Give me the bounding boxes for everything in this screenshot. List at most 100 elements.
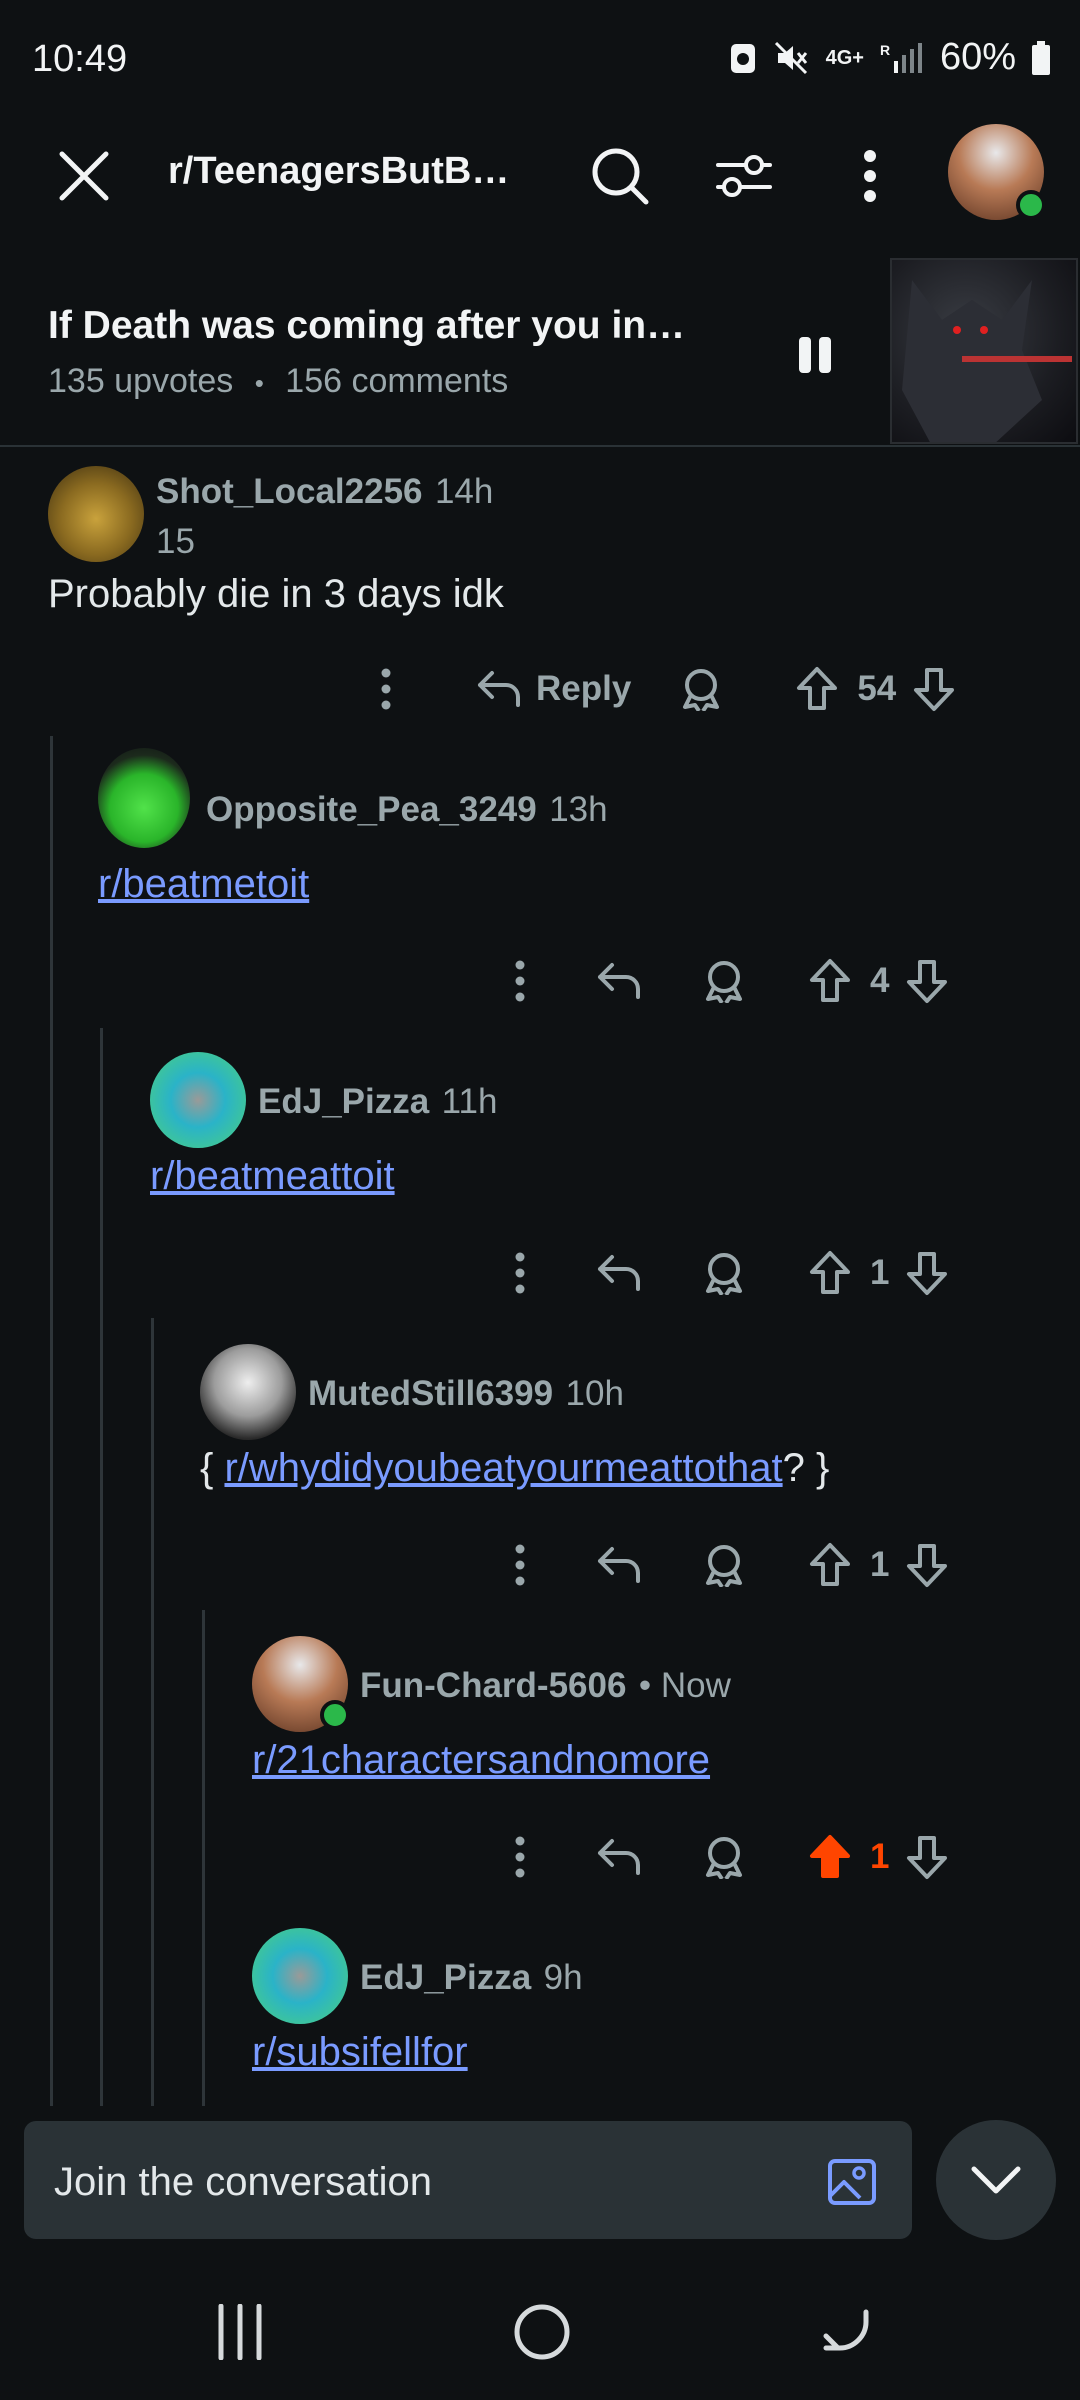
subreddit-link[interactable]: r/subsifellfor — [252, 2030, 468, 2075]
battery-icon — [1032, 40, 1050, 75]
downvote-button[interactable] — [905, 1250, 949, 1296]
sort-button[interactable] — [704, 136, 784, 216]
username[interactable]: MutedStill6399 — [308, 1374, 553, 1413]
post-thumbnail[interactable] — [890, 258, 1078, 444]
vote-count: 1 — [870, 1837, 890, 1876]
upvote-arrow-filled-icon — [810, 1835, 850, 1878]
upvote-arrow-icon — [797, 667, 838, 710]
upvote-button[interactable] — [808, 1250, 852, 1296]
reply-icon — [598, 1547, 640, 1583]
filter-icon — [716, 155, 772, 197]
close-button[interactable] — [48, 140, 120, 212]
comment-time: • Now — [638, 1666, 731, 1705]
body-prefix: { — [200, 1446, 225, 1490]
attach-image-button[interactable] — [820, 2150, 884, 2214]
username[interactable]: Opposite_Pea_3249 — [206, 790, 537, 829]
recent-apps-button[interactable] — [200, 2296, 280, 2368]
signal-icon: R — [880, 42, 922, 73]
upvote-count: 135 upvotes — [48, 362, 234, 400]
user-flair: 15 — [156, 522, 195, 561]
award-button[interactable] — [702, 959, 746, 1003]
comment-header: EdJ_Pizza 9h — [360, 1958, 583, 1998]
subreddit-link[interactable]: r/whydidyoubeatyourmeattothat — [224, 1446, 782, 1490]
avatar[interactable] — [48, 466, 144, 562]
upvote-button[interactable] — [808, 958, 852, 1004]
more-vertical-icon — [515, 1252, 525, 1294]
reply-button[interactable] — [596, 961, 642, 1001]
body-suffix: ? } — [782, 1446, 830, 1490]
username[interactable]: EdJ_Pizza — [360, 1958, 531, 1997]
more-vertical-icon — [515, 960, 525, 1002]
downvote-button[interactable] — [905, 958, 949, 1004]
vote-count: 1 — [870, 1545, 890, 1584]
comment-body: Probably die in 3 days idk — [48, 572, 504, 616]
award-button[interactable] — [702, 1543, 746, 1587]
avatar[interactable] — [200, 1344, 296, 1440]
search-button[interactable] — [580, 136, 660, 216]
upvote-button[interactable] — [808, 1542, 852, 1588]
award-icon — [683, 669, 720, 711]
award-icon — [706, 961, 742, 1003]
upvote-button-active[interactable] — [808, 1834, 852, 1880]
battery-percent: 60% — [939, 36, 1016, 78]
collapse-button[interactable] — [936, 2120, 1056, 2240]
post-meta: 135 upvotes • 156 comments — [48, 362, 508, 401]
avatar[interactable] — [252, 1928, 348, 2024]
recycle-icon — [730, 43, 755, 73]
svg-text:R: R — [880, 42, 890, 58]
reply-button[interactable] — [596, 1253, 642, 1293]
award-button[interactable] — [702, 1835, 746, 1879]
image-icon — [828, 2159, 876, 2205]
username[interactable]: Fun-Chard-5606 — [360, 1666, 626, 1705]
subreddit-link[interactable]: r/beatmetoit — [98, 862, 309, 907]
post-title[interactable]: If Death was coming after you in… — [48, 304, 688, 348]
reply-icon — [598, 1255, 640, 1291]
comment-time: 11h — [441, 1082, 498, 1121]
more-button[interactable] — [366, 667, 406, 711]
more-button[interactable] — [500, 1543, 540, 1587]
comment-actions: 1 — [500, 1536, 949, 1594]
reply-button[interactable] — [596, 1837, 642, 1877]
subreddit-link[interactable]: r/beatmeattoit — [150, 1154, 395, 1199]
back-arrow-icon — [823, 2309, 869, 2351]
more-options-button[interactable] — [830, 136, 910, 216]
more-vertical-icon — [381, 668, 391, 710]
award-button[interactable] — [702, 1251, 746, 1295]
online-indicator — [1016, 190, 1046, 220]
pause-button[interactable] — [780, 320, 850, 390]
online-indicator — [320, 1700, 350, 1730]
subreddit-link[interactable]: r/21charactersandnomore — [252, 1738, 710, 1783]
downvote-button[interactable] — [905, 1834, 949, 1880]
award-button[interactable] — [679, 667, 723, 711]
composer-placeholder[interactable]: Join the conversation — [54, 2160, 432, 2205]
reply-label: Reply — [536, 669, 632, 708]
more-vertical-icon — [515, 1544, 525, 1586]
reply-icon — [478, 671, 520, 707]
subreddit-title[interactable]: r/TeenagersButB… — [168, 150, 509, 193]
award-icon — [706, 1837, 742, 1879]
home-button[interactable] — [502, 2296, 582, 2368]
network-type: 4G+ — [825, 46, 864, 69]
more-vertical-icon — [515, 1836, 525, 1878]
comment-header: EdJ_Pizza 11h — [258, 1082, 497, 1122]
downvote-button[interactable] — [912, 666, 956, 712]
downvote-button[interactable] — [905, 1542, 949, 1588]
username[interactable]: EdJ_Pizza — [258, 1082, 429, 1121]
comment-header: Opposite_Pea_3249 13h — [206, 790, 608, 830]
reply-button[interactable]: Reply — [476, 669, 631, 709]
username[interactable]: Shot_Local2256 — [156, 472, 423, 511]
more-button[interactable] — [500, 1835, 540, 1879]
comment-actions: 1 — [500, 1828, 949, 1886]
back-button[interactable] — [806, 2296, 886, 2368]
comment-header: Fun-Chard-5606 • Now — [360, 1666, 731, 1706]
more-button[interactable] — [500, 1251, 540, 1295]
more-button[interactable] — [500, 959, 540, 1003]
upvote-button[interactable] — [795, 666, 839, 712]
avatar[interactable] — [150, 1052, 246, 1148]
reply-button[interactable] — [596, 1545, 642, 1585]
status-icons: 4G+ R 60% — [728, 36, 1050, 79]
avatar[interactable] — [98, 748, 190, 848]
comment-body: { r/whydidyoubeatyourmeattothat? } — [200, 1446, 829, 1491]
downvote-arrow-icon — [914, 668, 955, 711]
reply-icon — [598, 963, 640, 999]
